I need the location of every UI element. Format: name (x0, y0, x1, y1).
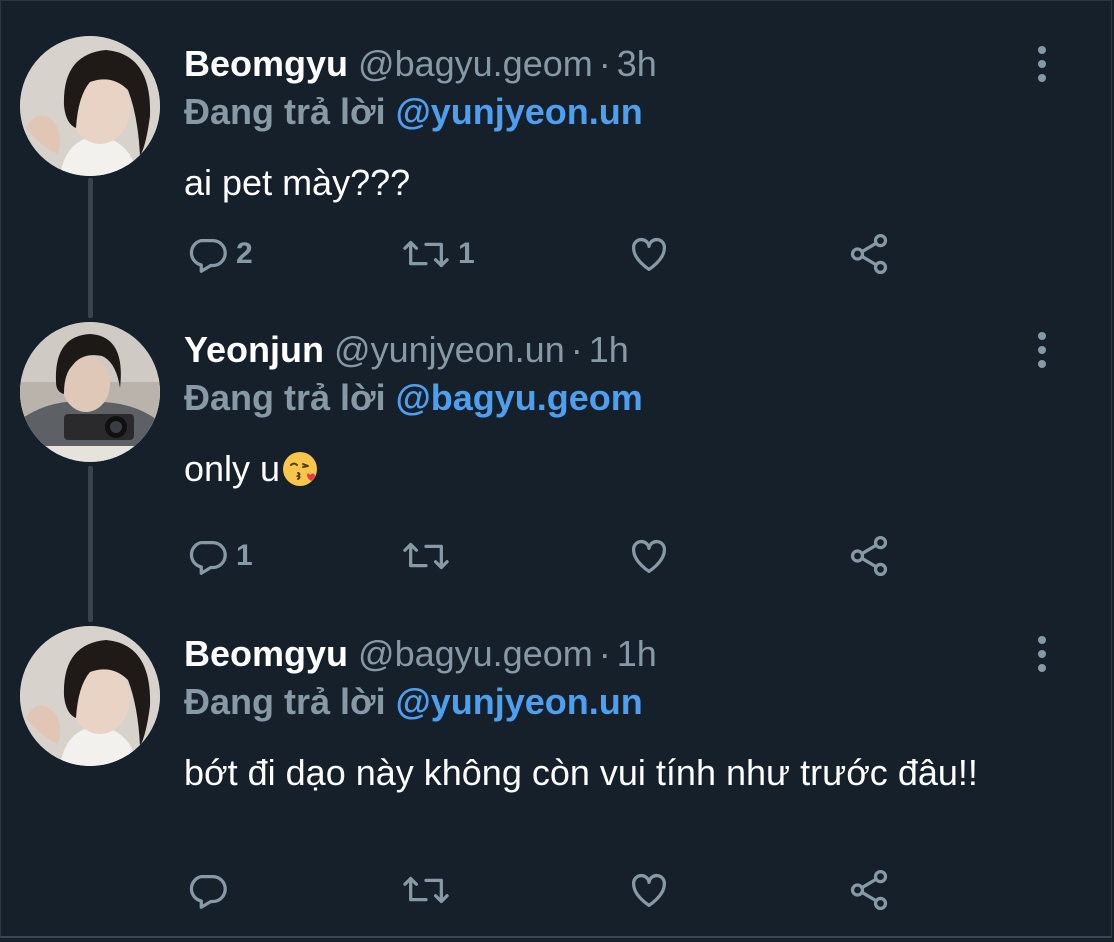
share-button[interactable] (846, 866, 892, 914)
tweet-header: Beomgyu @bagyu.geom · 3h (184, 40, 657, 88)
user-handle[interactable]: @yunjyeon.un (334, 329, 565, 370)
retweet-icon (400, 533, 452, 579)
reply-count: 1 (236, 539, 253, 572)
kissing-face-emoji (280, 448, 320, 488)
like-icon (626, 231, 672, 277)
timestamp[interactable]: 1h (589, 329, 629, 370)
tweet-text-body: only u (184, 448, 281, 489)
separator-dot: · (570, 329, 583, 370)
reply-button[interactable] (184, 866, 236, 914)
tweet[interactable]: Beomgyu @bagyu.geom · 1h Đang trả lời @yun… (0, 626, 1114, 926)
user-handle[interactable]: @bagyu.geom (358, 633, 593, 674)
tweet-header: Yeonjun @yunjyeon.un · 1h (184, 326, 629, 374)
share-button[interactable] (846, 230, 892, 278)
replying-to-label: Đang trả lời (184, 681, 386, 722)
more-icon[interactable] (1030, 330, 1054, 370)
replying-to-handle[interactable]: @yunjyeon.un (396, 91, 643, 132)
more-icon[interactable] (1030, 634, 1054, 674)
share-icon (846, 867, 892, 913)
timestamp[interactable]: 3h (617, 43, 657, 84)
reply-icon (184, 867, 230, 913)
retweet-icon (400, 867, 452, 913)
reply-icon (184, 533, 230, 579)
tweet-text: bớt đi dạo này không còn vui tính như tr… (184, 752, 978, 793)
more-icon[interactable] (1030, 44, 1054, 84)
retweet-button[interactable]: 1 (400, 230, 475, 278)
reply-button[interactable]: 1 (184, 532, 253, 580)
tweet-actions (184, 866, 904, 914)
replying-to-handle[interactable]: @yunjyeon.un (396, 681, 643, 722)
separator-dot: · (598, 633, 611, 674)
timestamp[interactable]: 1h (617, 633, 657, 674)
tweet-text: only u (184, 440, 1064, 498)
like-button[interactable] (626, 866, 678, 914)
display-name[interactable]: Beomgyu (184, 633, 348, 674)
avatar[interactable] (20, 626, 160, 766)
tweet[interactable]: Beomgyu @bagyu.geom · 3h Đang trả lời @yun… (0, 36, 1114, 296)
share-icon (846, 231, 892, 277)
reply-button[interactable]: 2 (184, 230, 253, 278)
replying-to-label: Đang trả lời (184, 377, 386, 418)
reply-count: 2 (236, 237, 253, 270)
display-name[interactable]: Beomgyu (184, 43, 348, 84)
share-icon (846, 533, 892, 579)
tweet-actions: 2 1 (184, 230, 904, 278)
avatar[interactable] (20, 36, 160, 176)
tweet[interactable]: Yeonjun @yunjyeon.un · 1h Đang trả lời @ba… (0, 322, 1114, 592)
replying-to: Đang trả lời @yunjyeon.un (184, 88, 643, 136)
retweet-button[interactable] (400, 866, 458, 914)
retweet-button[interactable] (400, 532, 458, 580)
display-name[interactable]: Yeonjun (184, 329, 324, 370)
like-button[interactable] (626, 230, 678, 278)
tweet-header: Beomgyu @bagyu.geom · 1h (184, 630, 657, 678)
share-button[interactable] (846, 532, 892, 580)
reply-icon (184, 231, 230, 277)
separator-dot: · (598, 43, 611, 84)
replying-to: Đang trả lời @bagyu.geom (184, 374, 643, 422)
replying-to-handle[interactable]: @bagyu.geom (396, 377, 643, 418)
tweet-text: ai pet mày??? (184, 162, 411, 203)
retweet-icon (400, 231, 452, 277)
like-icon (626, 867, 672, 913)
like-icon (626, 533, 672, 579)
retweet-count: 1 (458, 237, 475, 270)
like-button[interactable] (626, 532, 678, 580)
tweet-actions: 1 (184, 532, 904, 580)
replying-to-label: Đang trả lời (184, 91, 386, 132)
user-handle[interactable]: @bagyu.geom (358, 43, 593, 84)
avatar[interactable] (20, 322, 160, 462)
replying-to: Đang trả lời @yunjyeon.un (184, 678, 643, 726)
